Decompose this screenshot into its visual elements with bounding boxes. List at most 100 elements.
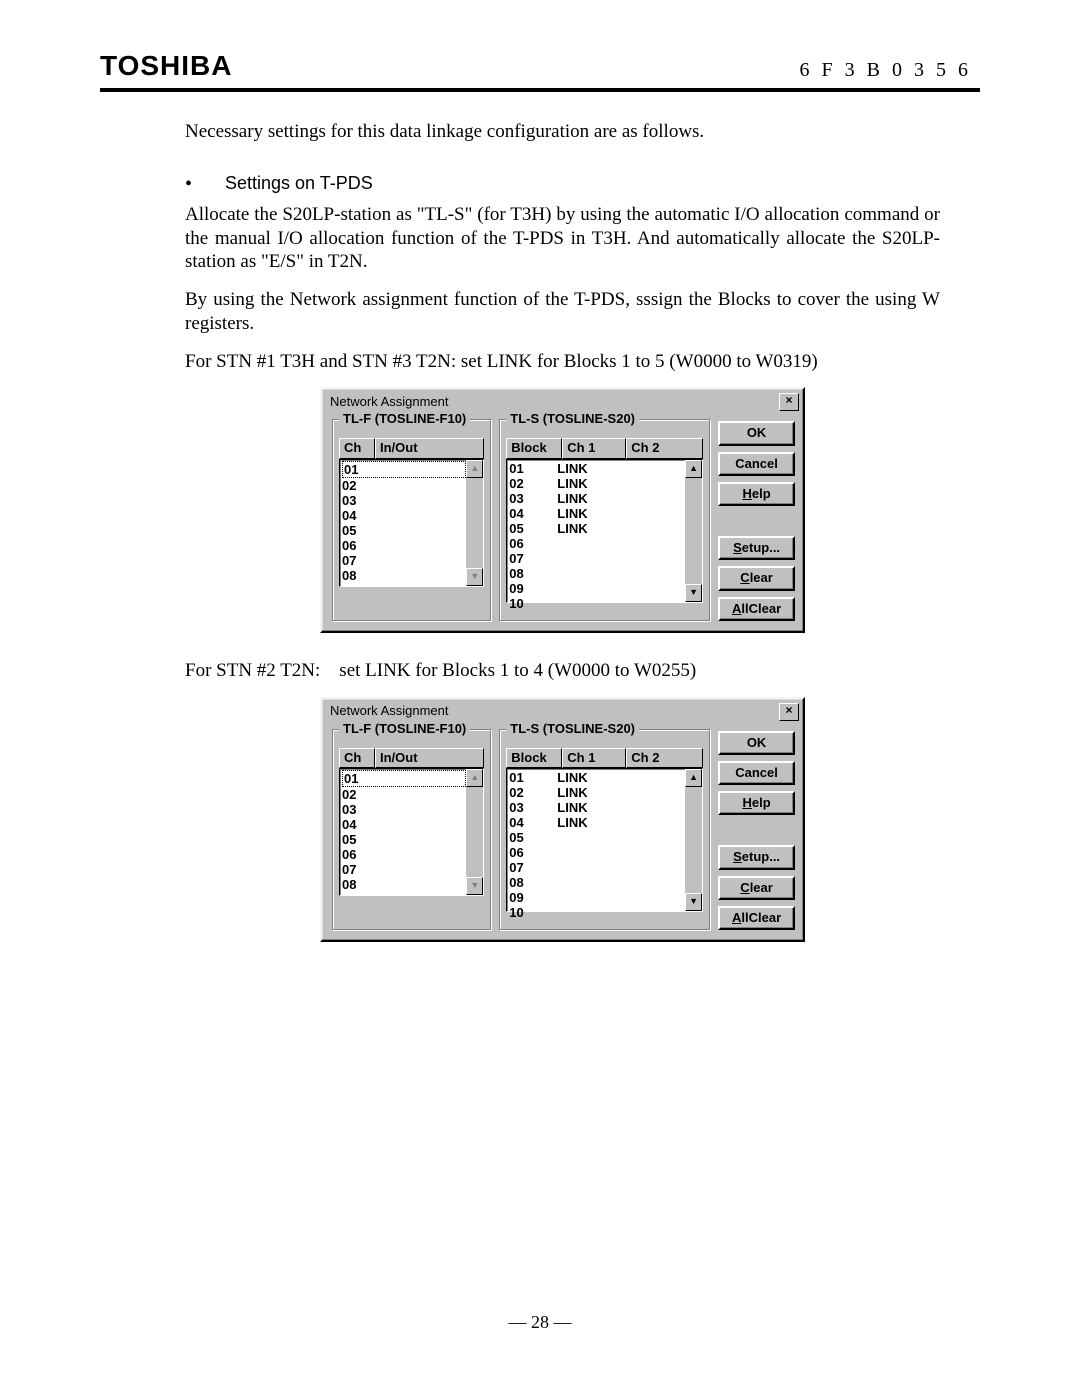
list-item[interactable]: 08 [342,568,483,583]
list-item[interactable]: 10 [509,596,702,611]
scroll-down-icon[interactable]: ▼ [466,568,483,586]
list-item[interactable]: 06 [509,845,702,860]
col-ch: Ch [339,748,375,768]
button-column: OK Cancel Help Setup... Clear AllClear [718,419,795,621]
scrollbar[interactable]: ▲ ▼ [685,769,702,911]
intro-paragraph: Necessary settings for this data linkage… [185,120,940,144]
list-item[interactable]: 04 [342,817,483,832]
list-item[interactable]: 07 [342,553,483,568]
list-item[interactable]: 08 [509,875,702,890]
list-item[interactable]: 04LINK [509,815,702,830]
paragraph-4: For STN #2 T2N: set LINK for Blocks 1 to… [185,659,940,683]
scroll-down-icon[interactable]: ▼ [685,584,702,602]
tls-groupbox: TL-S (TOSLINE-S20) Block Ch 1 Ch 2 01LIN… [499,729,710,931]
setup-button[interactable]: Setup... [718,845,795,869]
scroll-up-icon[interactable]: ▲ [685,769,702,787]
cancel-button[interactable]: Cancel [718,452,795,476]
close-button[interactable]: × [779,703,799,721]
list-item[interactable]: 05 [342,523,483,538]
list-item[interactable]: 02 [342,478,483,493]
col-ch1: Ch 1 [562,748,626,768]
list-item[interactable]: 09 [509,581,702,596]
list-item[interactable]: 07 [342,862,483,877]
network-assignment-dialog-1: Network Assignment × TL-F (TOSLINE-F10) … [320,387,805,633]
col-ch2: Ch 2 [626,438,703,458]
list-item[interactable]: 07 [509,860,702,875]
col-block: Block [506,438,562,458]
col-inout: In/Out [375,438,484,458]
paragraph-3: For STN #1 T3H and STN #3 T2N: set LINK … [185,350,940,374]
col-ch1: Ch 1 [562,438,626,458]
scroll-down-icon[interactable]: ▼ [466,877,483,895]
col-inout: In/Out [375,748,484,768]
scroll-up-icon[interactable]: ▲ [685,460,702,478]
list-item[interactable]: 05LINK [509,521,702,536]
list-item[interactable]: 06 [342,538,483,553]
network-assignment-dialog-2: Network Assignment × TL-F (TOSLINE-F10) … [320,697,805,943]
help-button[interactable]: Help [718,791,795,815]
tls-legend: TL-S (TOSLINE-S20) [506,721,639,737]
tlf-legend: TL-F (TOSLINE-F10) [339,721,470,737]
list-item[interactable]: 08 [509,566,702,581]
page-number: — 28 — [100,1312,980,1333]
list-item[interactable]: 01LINK [509,461,702,476]
list-item[interactable]: 03LINK [509,800,702,815]
tlf-groupbox: TL-F (TOSLINE-F10) Ch In/Out 01020304050… [332,729,491,931]
bullet-dot: • [185,172,225,197]
clear-button[interactable]: Clear [718,566,795,590]
list-item[interactable]: 04LINK [509,506,702,521]
button-column: OK Cancel Help Setup... Clear AllClear [718,729,795,931]
tlf-legend: TL-F (TOSLINE-F10) [339,411,470,427]
list-item[interactable]: 06 [342,847,483,862]
scroll-up-icon[interactable]: ▲ [466,460,483,478]
document-number: 6F3B0356 [800,59,980,82]
list-item[interactable]: 01 [342,461,466,478]
bullet-item: • Settings on T-PDS [185,172,940,197]
list-item[interactable]: 07 [509,551,702,566]
tls-legend: TL-S (TOSLINE-S20) [506,411,639,427]
col-ch: Ch [339,438,375,458]
list-item[interactable]: 03LINK [509,491,702,506]
allclear-button[interactable]: AllClear [718,597,795,621]
close-button[interactable]: × [779,393,799,411]
help-button[interactable]: Help [718,482,795,506]
scrollbar[interactable]: ▲ ▼ [466,769,483,895]
list-item[interactable]: 09 [509,890,702,905]
setup-button[interactable]: Setup... [718,536,795,560]
allclear-button[interactable]: AllClear [718,906,795,930]
list-item[interactable]: 04 [342,508,483,523]
col-block: Block [506,748,562,768]
list-item[interactable]: 02LINK [509,476,702,491]
list-item[interactable]: 05 [342,832,483,847]
scrollbar[interactable]: ▲ ▼ [466,460,483,586]
list-item[interactable]: 03 [342,802,483,817]
scrollbar[interactable]: ▲ ▼ [685,460,702,602]
tls-listbox[interactable]: 01LINK02LINK03LINK04LINK05LINK0607080910… [506,459,703,603]
list-item[interactable]: 03 [342,493,483,508]
brand-logo: TOSHIBA [100,50,233,82]
list-item[interactable]: 10 [509,905,702,920]
paragraph-2: By using the Network assignment function… [185,288,940,336]
list-item[interactable]: 02LINK [509,785,702,800]
list-item[interactable]: 01 [342,770,466,787]
tls-groupbox: TL-S (TOSLINE-S20) Block Ch 1 Ch 2 01LIN… [499,419,710,621]
paragraph-1: Allocate the S20LP-station as "TL-S" (fo… [185,203,940,274]
ok-button[interactable]: OK [718,421,795,445]
scroll-up-icon[interactable]: ▲ [466,769,483,787]
ok-button[interactable]: OK [718,731,795,755]
tlf-listbox[interactable]: 0102030405060708 ▲ ▼ [339,768,484,896]
page-header: TOSHIBA 6F3B0356 [100,50,980,92]
list-item[interactable]: 02 [342,787,483,802]
list-item[interactable]: 05 [509,830,702,845]
clear-button[interactable]: Clear [718,876,795,900]
scroll-down-icon[interactable]: ▼ [685,893,702,911]
list-item[interactable]: 08 [342,877,483,892]
bullet-label: Settings on T-PDS [225,172,373,197]
list-item[interactable]: 06 [509,536,702,551]
list-item[interactable]: 01LINK [509,770,702,785]
dialog-title: Network Assignment [330,703,449,719]
tls-listbox[interactable]: 01LINK02LINK03LINK04LINK050607080910 ▲ ▼ [506,768,703,912]
col-ch2: Ch 2 [626,748,703,768]
tlf-listbox[interactable]: 0102030405060708 ▲ ▼ [339,459,484,587]
cancel-button[interactable]: Cancel [718,761,795,785]
